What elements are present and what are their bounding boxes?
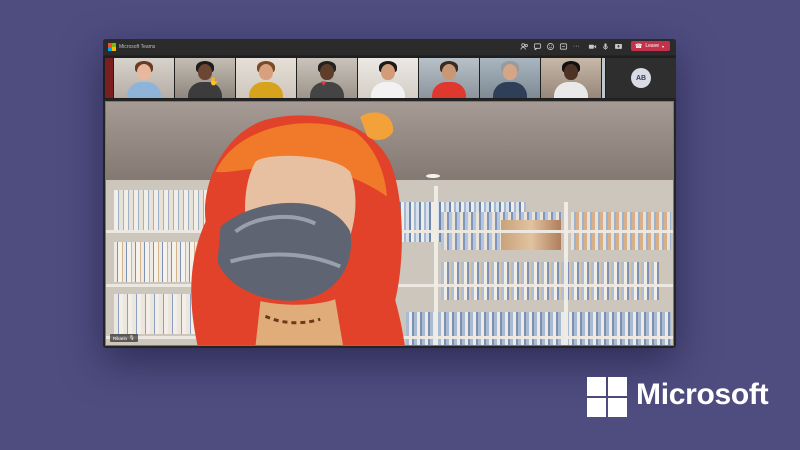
speaker-person bbox=[191, 112, 405, 345]
main-video[interactable]: Rikarin 🎙 bbox=[105, 101, 674, 346]
participant-tile-avatar[interactable]: AB bbox=[606, 58, 676, 98]
participant-tile[interactable] bbox=[480, 58, 540, 98]
participant-tile[interactable] bbox=[358, 58, 418, 98]
chat-icon[interactable] bbox=[533, 42, 542, 51]
microsoft-logo bbox=[587, 377, 627, 417]
participant-tile[interactable] bbox=[236, 58, 296, 98]
leave-button[interactable]: ☎ Leave ▾ bbox=[630, 41, 670, 51]
speaker-name: Rikarin bbox=[113, 335, 128, 341]
participant-tile[interactable] bbox=[105, 58, 113, 98]
teams-app-icon bbox=[108, 43, 116, 51]
participant-tile[interactable]: ♥ bbox=[297, 58, 357, 98]
microsoft-wordmark: Microsoft bbox=[636, 378, 769, 411]
hang-up-icon: ☎ bbox=[634, 43, 643, 50]
participant-tile[interactable] bbox=[541, 58, 601, 98]
meeting-toolbar: ··· ☎ Leave ▾ bbox=[520, 41, 670, 51]
chevron-down-icon: ▾ bbox=[661, 43, 664, 49]
participant-tile[interactable] bbox=[419, 58, 479, 98]
avatar: AB bbox=[631, 68, 651, 88]
mic-icon[interactable] bbox=[601, 42, 610, 51]
participant-strip: ✋ ♥ AB bbox=[103, 56, 676, 99]
teams-window: Microsoft Teams ··· ☎ Leave ▾ ✋ ♥ AB Rik… bbox=[103, 39, 676, 348]
window-title: Microsoft Teams bbox=[119, 44, 156, 50]
participant-tile[interactable] bbox=[114, 58, 174, 98]
participant-tile[interactable]: ✋ bbox=[175, 58, 235, 98]
camera-icon[interactable] bbox=[588, 42, 597, 51]
people-icon[interactable] bbox=[520, 42, 529, 51]
mic-icon: 🎙 bbox=[129, 335, 135, 340]
leave-label: Leave bbox=[645, 43, 659, 49]
share-icon[interactable] bbox=[559, 42, 568, 51]
more-icon[interactable]: ··· bbox=[572, 42, 581, 51]
heart-reaction-icon: ♥ bbox=[321, 78, 327, 88]
share-screen-icon[interactable] bbox=[614, 42, 623, 51]
raise-hand-icon: ✋ bbox=[209, 77, 219, 86]
reactions-icon[interactable] bbox=[546, 42, 555, 51]
title-bar: Microsoft Teams ··· ☎ Leave ▾ bbox=[103, 39, 676, 55]
participant-tile[interactable] bbox=[602, 58, 605, 98]
speaker-name-tag: Rikarin 🎙 bbox=[110, 334, 138, 342]
